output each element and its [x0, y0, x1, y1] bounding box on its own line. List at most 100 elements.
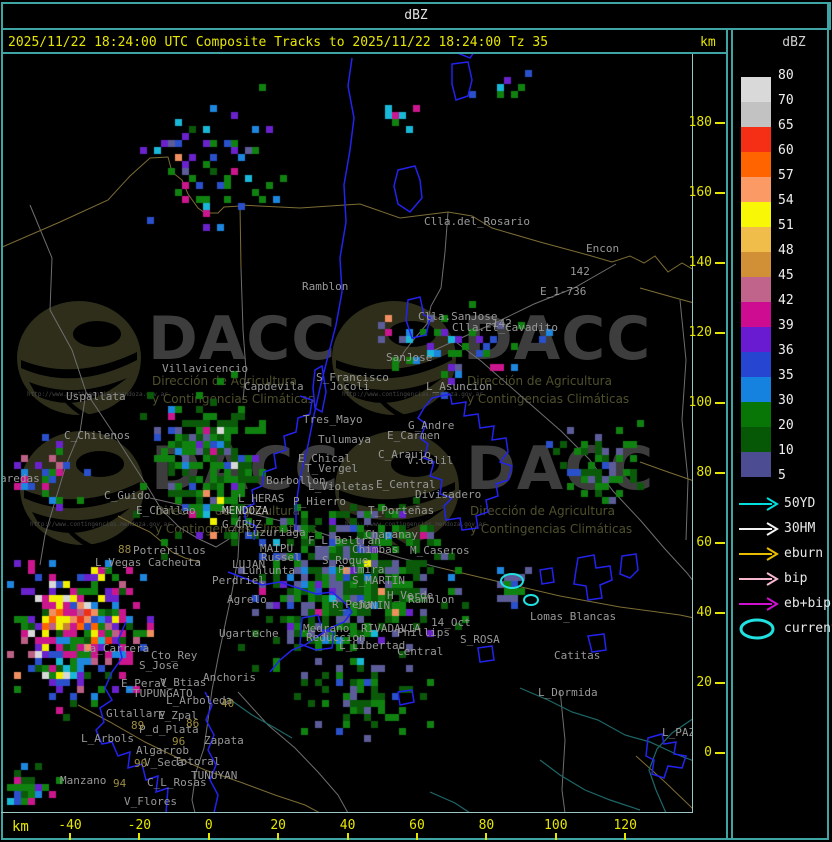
- scale-swatch: [741, 352, 771, 377]
- eburn-arrow-icon: [739, 547, 779, 561]
- place-label: L_Dormida: [538, 686, 598, 699]
- place-label: Jocoli: [330, 380, 370, 393]
- place-label: C_Guido: [104, 489, 151, 502]
- legend-item-eburn: eburn: [736, 542, 832, 567]
- place-label: aredas: [3, 472, 40, 485]
- track-legend: 50YD 30HM eburn bip eb+bip current: [736, 492, 832, 652]
- place-label: Cacheuta: [148, 556, 201, 569]
- place-label: Villavicencio: [162, 362, 249, 375]
- place-label: C_L_Rosas: [147, 776, 207, 789]
- place-label: S_ROSA: [460, 633, 500, 646]
- right-axis-tick: [715, 752, 725, 754]
- place-label: V.Calil: [407, 454, 454, 467]
- place-label: T_Porteñas: [368, 504, 435, 517]
- legend-label: 50YD: [784, 496, 816, 511]
- legend-item-50YD: 50YD: [736, 492, 832, 517]
- scale-swatch: [741, 152, 771, 177]
- eb+bip-arrow-icon: [739, 597, 779, 611]
- place-label: Totoral: [174, 755, 221, 768]
- scale-swatch: [741, 377, 771, 402]
- place-label: L_HERAS: [238, 492, 285, 505]
- place-label: S_MARTIN: [352, 574, 405, 587]
- place-label: La_Carrera: [83, 642, 150, 655]
- place-label: Agrelo: [227, 593, 267, 606]
- place-label: Ramblon: [408, 593, 455, 606]
- place-label: Central: [397, 645, 444, 658]
- legend-item-bip: bip: [736, 567, 832, 592]
- legend-item-30HM: 30HM: [736, 517, 832, 542]
- radar-app-window: dBZ 2025/11/22 18:24:00 UTC Composite Tr…: [0, 0, 832, 842]
- scale-label: 5: [778, 468, 786, 483]
- bottom-axis-label: 80: [478, 818, 495, 833]
- route-number-label: 86: [186, 717, 200, 730]
- scale-swatch: [741, 402, 771, 427]
- route-number-label: 40: [221, 697, 235, 710]
- place-label: L_Vegas: [95, 556, 142, 569]
- bottom-axis-label: 120: [613, 818, 637, 833]
- bottom-axis-label: 40: [339, 818, 356, 833]
- place-label: Perdriel: [212, 574, 265, 587]
- place-label: L_Asuncion: [426, 380, 493, 393]
- place-label: Clla.del_Rosario: [424, 215, 530, 228]
- place-label: Catitas: [554, 649, 601, 662]
- route-number-label: 89: [131, 719, 145, 732]
- scale-swatch: [741, 452, 771, 477]
- dbz-color-scale: 80 70 65 60 57 54 51 48 45 42 39 36 35 30 20 10 5: [741, 69, 827, 487]
- scale-swatch: [741, 327, 771, 352]
- scale-label: 42: [778, 293, 794, 308]
- title-dbz: dBZ: [404, 8, 428, 23]
- scale-label: 30: [778, 393, 794, 408]
- place-label: Tulumaya: [318, 433, 371, 446]
- scale-swatch: [741, 252, 771, 277]
- route-number-label: 96: [172, 735, 186, 748]
- map-border-bottom: [1, 812, 693, 813]
- scale-swatch: [741, 127, 771, 152]
- legend-label: eburn: [784, 546, 824, 561]
- route-number-label: 88: [118, 543, 132, 556]
- place-label: Ugarteche: [219, 627, 279, 640]
- scale-swatch: [741, 302, 771, 327]
- bottom-axis-label: -40: [58, 818, 82, 833]
- scale-swatch: [741, 177, 771, 202]
- right-axis-tick: [715, 192, 725, 194]
- right-axis-tick: [715, 402, 725, 404]
- header-timestamp: 2025/11/22 18:24:00 UTC Composite Tracks…: [8, 35, 549, 50]
- frame-right: [827, 2, 829, 840]
- 50YD-arrow-icon: [739, 497, 779, 511]
- header-km-unit: km: [700, 35, 716, 50]
- right-axis-tick: [715, 332, 725, 334]
- scale-swatch: [741, 102, 771, 127]
- bottom-axis-label: 20: [270, 818, 287, 833]
- route-number-label: 90: [134, 757, 148, 770]
- place-label: Divisadero: [415, 488, 482, 501]
- place-label: L_Arbols: [81, 732, 134, 745]
- scale-label: 80: [778, 68, 794, 83]
- scale-swatch: [741, 277, 771, 302]
- scale-label: 48: [778, 243, 794, 258]
- place-label: M_Caseros: [410, 544, 470, 557]
- place-label: L_Violetas: [308, 480, 375, 493]
- sidebar-divider-2: [731, 28, 733, 840]
- place-label: L_Libertad: [339, 639, 406, 652]
- sidebar-divider-1: [726, 28, 728, 840]
- bip-arrow-icon: [739, 572, 779, 586]
- place-label: E_Challao: [136, 504, 196, 517]
- bottom-axis-label: 100: [544, 818, 568, 833]
- place-label: Clla.El_Cavadito: [452, 321, 558, 334]
- place-label: Manzano: [60, 774, 107, 787]
- place-label: Luzuriaga: [246, 526, 306, 539]
- legend-label: 30HM: [784, 521, 816, 536]
- place-label: Anchoris: [203, 671, 256, 684]
- scale-swatch: [741, 202, 771, 227]
- right-axis-tick: [715, 682, 725, 684]
- place-label: E_1-736: [540, 285, 587, 298]
- radar-map: DACCDirección de Agriculturay Contingenc…: [3, 54, 692, 812]
- legend-item-current: current: [736, 617, 832, 642]
- place-label: Encon: [586, 242, 620, 255]
- scale-label: 51: [778, 218, 794, 233]
- frame-bottom: [1, 838, 829, 840]
- place-label: P_Hierro: [293, 495, 346, 508]
- right-axis-tick: [715, 542, 725, 544]
- place-label: Russel: [261, 551, 301, 564]
- legend-label: bip: [784, 571, 808, 586]
